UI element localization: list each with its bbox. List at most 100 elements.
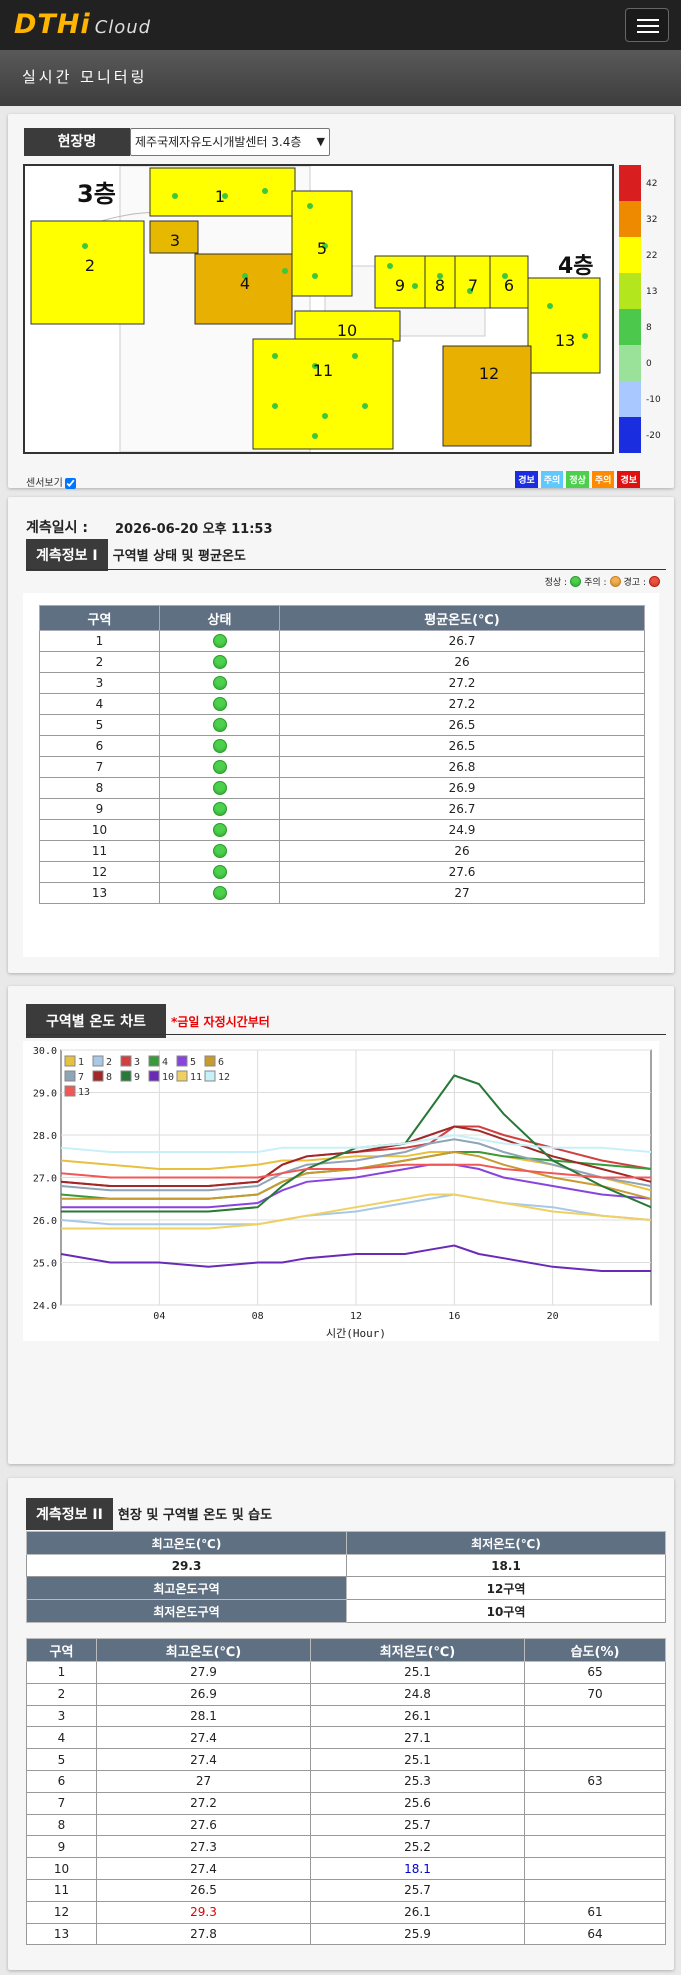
zone-label-9: 9 <box>395 276 405 295</box>
col-humidity: 습도(%) <box>524 1638 666 1662</box>
humidity-cell <box>524 1857 666 1880</box>
zone-cell: 3 <box>26 1704 97 1728</box>
color-scale-label: 13 <box>646 287 658 297</box>
status-cell <box>159 798 280 820</box>
legend-swatch <box>148 1055 160 1067</box>
legend-swatch <box>92 1055 104 1067</box>
zone-cell: 8 <box>39 777 160 799</box>
max-temp-cell: 27 <box>96 1769 311 1793</box>
sensor-checkbox[interactable] <box>64 477 76 489</box>
max-temp-cell: 27.4 <box>96 1748 311 1771</box>
measure-time-value: 2026-06-20 오후 11:53 <box>115 522 273 537</box>
top-navbar: DTHi Cloud <box>0 0 681 50</box>
min-zone-value: 10구역 <box>346 1599 666 1623</box>
normal-status-icon <box>212 634 227 649</box>
measure2-section-label: 계측정보 II <box>26 1498 113 1530</box>
zone-label-12: 12 <box>479 364 499 383</box>
site-select[interactable]: 제주국제자유도시개발센터 3.4층 ▼ <box>130 128 330 156</box>
status-cell <box>159 777 280 799</box>
legend-swatch <box>148 1070 160 1082</box>
normal-status-icon <box>212 655 227 670</box>
x-tick-label: 12 <box>350 1311 362 1322</box>
normal-status-icon <box>212 760 227 775</box>
min-temp-cell: 25.3 <box>310 1769 525 1793</box>
min-zone-label: 최저온도구역 <box>26 1599 347 1623</box>
table-row: 5 26.5 <box>39 714 645 736</box>
humidity-cell: 64 <box>524 1922 666 1946</box>
zone-cell: 13 <box>39 882 160 904</box>
zone-cell: 12 <box>39 861 160 883</box>
max-zone-value: 12구역 <box>346 1576 666 1600</box>
normal-status-icon <box>212 802 227 817</box>
max-temp-cell: 27.2 <box>96 1791 311 1815</box>
zone-cell: 10 <box>26 1857 97 1880</box>
zone-cell: 8 <box>26 1813 97 1837</box>
hamburger-menu-button[interactable] <box>625 8 669 42</box>
max-zone-label: 최고온도구역 <box>26 1576 347 1600</box>
zone-label-5: 5 <box>317 239 327 258</box>
zone-label-4: 4 <box>240 274 250 293</box>
legend-swatch <box>120 1070 132 1082</box>
table-row: 4 27.2 <box>39 693 645 715</box>
avg-temp-cell: 26.7 <box>279 630 645 652</box>
status-cell <box>159 714 280 736</box>
zone-temp-humidity-table: 구역 최고온도(℃) 최저온도(℃) 습도(%) 1 27.9 25.1 65 2 26.… <box>26 1638 666 1946</box>
chart-section-label: 구역별 온도 차트 <box>26 1004 166 1038</box>
normal-status-icon <box>212 844 227 859</box>
avg-temp-cell: 27 <box>279 882 645 904</box>
avg-temp-cell: 26 <box>279 840 645 862</box>
avg-temp-cell: 26 <box>279 651 645 673</box>
min-temp-cell: 26.1 <box>310 1900 525 1924</box>
avg-temp-cell: 24.9 <box>279 819 645 841</box>
col-avg-temp: 평균온도(℃) <box>279 605 645 631</box>
table-row: 3 28.1 26.1 <box>26 1704 666 1728</box>
y-tick-label: 25.0 <box>33 1259 57 1270</box>
chart-panel: 구역별 온도 차트 *금일 자정시간부터 24.0 25.0 26.0 27.0 28.… <box>8 986 674 1464</box>
humidity-cell <box>524 1748 666 1771</box>
table-row: 11 26.5 25.7 <box>26 1878 666 1902</box>
avg-temp-cell: 27.6 <box>279 861 645 883</box>
x-tick-label: 04 <box>153 1311 165 1322</box>
humidity-cell <box>524 1813 666 1837</box>
legend-label: 12 <box>218 1072 230 1083</box>
status-legend: 경보 주의 정상 주의 경보 <box>515 471 640 488</box>
status-cell <box>159 819 280 841</box>
zone-cell: 10 <box>39 819 160 841</box>
avg-temp-cell: 27.2 <box>279 672 645 694</box>
legend-label: 8 <box>106 1072 112 1083</box>
max-temp-cell: 27.9 <box>96 1661 311 1684</box>
min-temp-cell: 24.8 <box>310 1682 525 1706</box>
color-scale-label: 0 <box>646 359 652 369</box>
color-scale-step <box>619 273 641 309</box>
color-scale-step <box>619 417 641 453</box>
zone-label-13: 13 <box>555 331 575 350</box>
status-cell <box>159 672 280 694</box>
zone-label-3: 3 <box>170 231 180 250</box>
table-row: 2 26.9 24.8 70 <box>26 1682 666 1706</box>
temperature-chart[interactable]: 24.0 25.0 26.0 27.0 28.0 29.0 30.0 04 08 12 16 20 시간… <box>23 1041 659 1341</box>
table-row: 9 26.7 <box>39 798 645 820</box>
zone-cell: 5 <box>39 714 160 736</box>
zone-cell: 6 <box>39 735 160 757</box>
zone-cell: 1 <box>39 630 160 652</box>
floor-plan-map[interactable]: 3층 4층 1 2 3 4 5 6 7 8 9 10 11 12 13 <box>23 164 614 454</box>
x-tick-label: 20 <box>547 1311 559 1322</box>
color-scale-label: -10 <box>646 395 661 405</box>
humidity-cell <box>524 1791 666 1815</box>
site-map-panel: 현장명 제주국제자유도시개발센터 3.4층 ▼ 3층 4층 1 2 3 4 5 … <box>8 114 674 489</box>
zone-label-10: 10 <box>337 321 357 340</box>
sensor-toggle[interactable]: 센서보기 <box>26 474 76 489</box>
max-temp-cell: 29.3 <box>96 1900 311 1924</box>
measure1-section-sub: 구역별 상태 및 평균온도 <box>112 549 246 564</box>
legend-swatch <box>204 1055 216 1067</box>
summary-max-value: 29.3 <box>26 1554 347 1577</box>
legend-swatch <box>64 1085 76 1097</box>
zone-cell: 9 <box>39 798 160 820</box>
normal-status-icon <box>212 739 227 754</box>
y-tick-label: 29.0 <box>33 1089 57 1100</box>
app-logo[interactable]: DTHi Cloud <box>14 9 151 40</box>
status-legend-item: 주의 <box>591 471 615 488</box>
status-cell <box>159 630 280 652</box>
zone-cell: 11 <box>26 1878 97 1902</box>
zone-cell: 7 <box>26 1791 97 1815</box>
